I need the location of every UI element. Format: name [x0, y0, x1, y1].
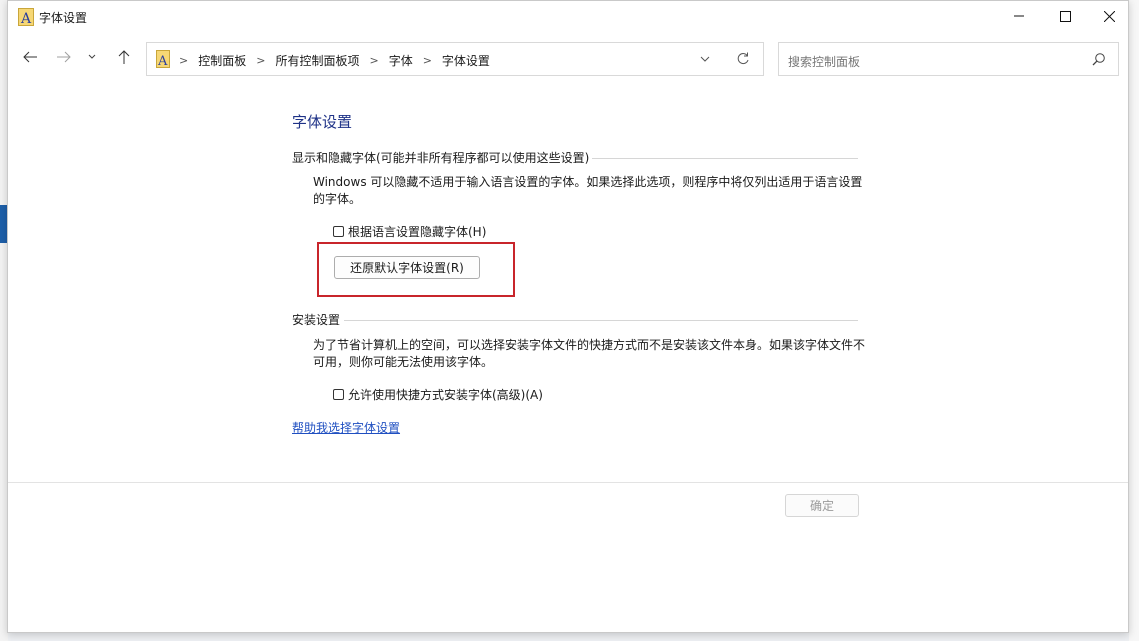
- address-bar[interactable]: A > 控制面板 > 所有控制面板项 > 字体 > 字体设置: [146, 42, 764, 76]
- close-icon: [1103, 10, 1115, 22]
- hide-fonts-option[interactable]: 根据语言设置隐藏字体(H): [333, 223, 486, 240]
- shortcut-install-label[interactable]: 允许使用快捷方式安装字体(高级)(A): [348, 386, 543, 403]
- font-settings-window: A 字体设置 A > 控制面板 > 所有控制面板项 > 字体 > 字体设置 搜索…: [7, 0, 1129, 633]
- back-button[interactable]: [18, 45, 42, 69]
- divider: [592, 158, 858, 159]
- breadcrumb-item-font-settings[interactable]: 字体设置: [442, 52, 490, 69]
- window-title: 字体设置: [39, 11, 88, 25]
- page-title: 字体设置: [292, 113, 353, 131]
- search-placeholder: 搜索控制面板: [788, 55, 861, 69]
- forward-arrow-icon: [57, 51, 71, 63]
- breadcrumb-separator: >: [179, 54, 189, 67]
- search-box[interactable]: 搜索控制面板: [778, 42, 1119, 76]
- forward-button[interactable]: [52, 45, 76, 69]
- install-heading: 安装设置: [292, 313, 341, 327]
- breadcrumb-separator[interactable]: >: [256, 54, 265, 67]
- show-hide-heading: 显示和隐藏字体(可能并非所有程序都可以使用这些设置): [292, 151, 590, 165]
- show-hide-description: Windows 可以隐藏不适用于输入语言设置的字体。如果选择此选项，则程序中将仅…: [313, 175, 863, 206]
- close-button[interactable]: [1086, 1, 1132, 31]
- maximize-button[interactable]: [1042, 1, 1088, 31]
- help-link[interactable]: 帮助我选择字体设置: [292, 419, 400, 436]
- back-arrow-icon: [23, 51, 37, 63]
- recent-locations-button[interactable]: [84, 45, 100, 69]
- minimize-icon: [1014, 15, 1024, 17]
- shortcut-install-option[interactable]: 允许使用快捷方式安装字体(高级)(A): [333, 386, 543, 403]
- chevron-down-icon[interactable]: [699, 53, 711, 65]
- font-app-icon: A: [18, 8, 34, 26]
- divider: [344, 320, 858, 321]
- footer-divider: [8, 482, 1128, 483]
- navigation-bar: A > 控制面板 > 所有控制面板项 > 字体 > 字体设置 搜索控制面板: [8, 33, 1128, 85]
- title-bar: A 字体设置: [8, 1, 1128, 33]
- up-arrow-icon: [118, 50, 130, 64]
- restore-default-button[interactable]: 还原默认字体设置(R): [334, 256, 480, 279]
- minimize-button[interactable]: [996, 1, 1042, 31]
- install-description: 为了节省计算机上的空间，可以选择安装字体文件的快捷方式而不是安装该文件本身。如果…: [313, 338, 866, 369]
- recent-dropdown-icon: [88, 54, 96, 59]
- shortcut-install-checkbox[interactable]: [333, 389, 344, 400]
- breadcrumb-separator[interactable]: >: [369, 54, 378, 67]
- breadcrumb: > 控制面板 > 所有控制面板项 > 字体 > 字体设置: [179, 52, 490, 69]
- font-folder-icon: A: [156, 50, 170, 68]
- hide-fonts-label[interactable]: 根据语言设置隐藏字体(H): [348, 223, 486, 240]
- svg-text:A: A: [157, 54, 168, 68]
- breadcrumb-item-control-panel[interactable]: 控制面板: [198, 52, 246, 69]
- search-icon[interactable]: [1092, 52, 1106, 66]
- breadcrumb-item-fonts[interactable]: 字体: [389, 52, 413, 69]
- maximize-icon: [1059, 10, 1071, 22]
- background-window-right: [1129, 0, 1139, 641]
- hide-fonts-checkbox[interactable]: [333, 226, 344, 237]
- refresh-icon[interactable]: [736, 52, 750, 66]
- ok-button[interactable]: 确定: [785, 494, 859, 517]
- breadcrumb-separator[interactable]: >: [423, 54, 432, 67]
- up-button[interactable]: [112, 45, 136, 69]
- breadcrumb-item-all-items[interactable]: 所有控制面板项: [275, 52, 359, 69]
- svg-text:A: A: [20, 11, 32, 26]
